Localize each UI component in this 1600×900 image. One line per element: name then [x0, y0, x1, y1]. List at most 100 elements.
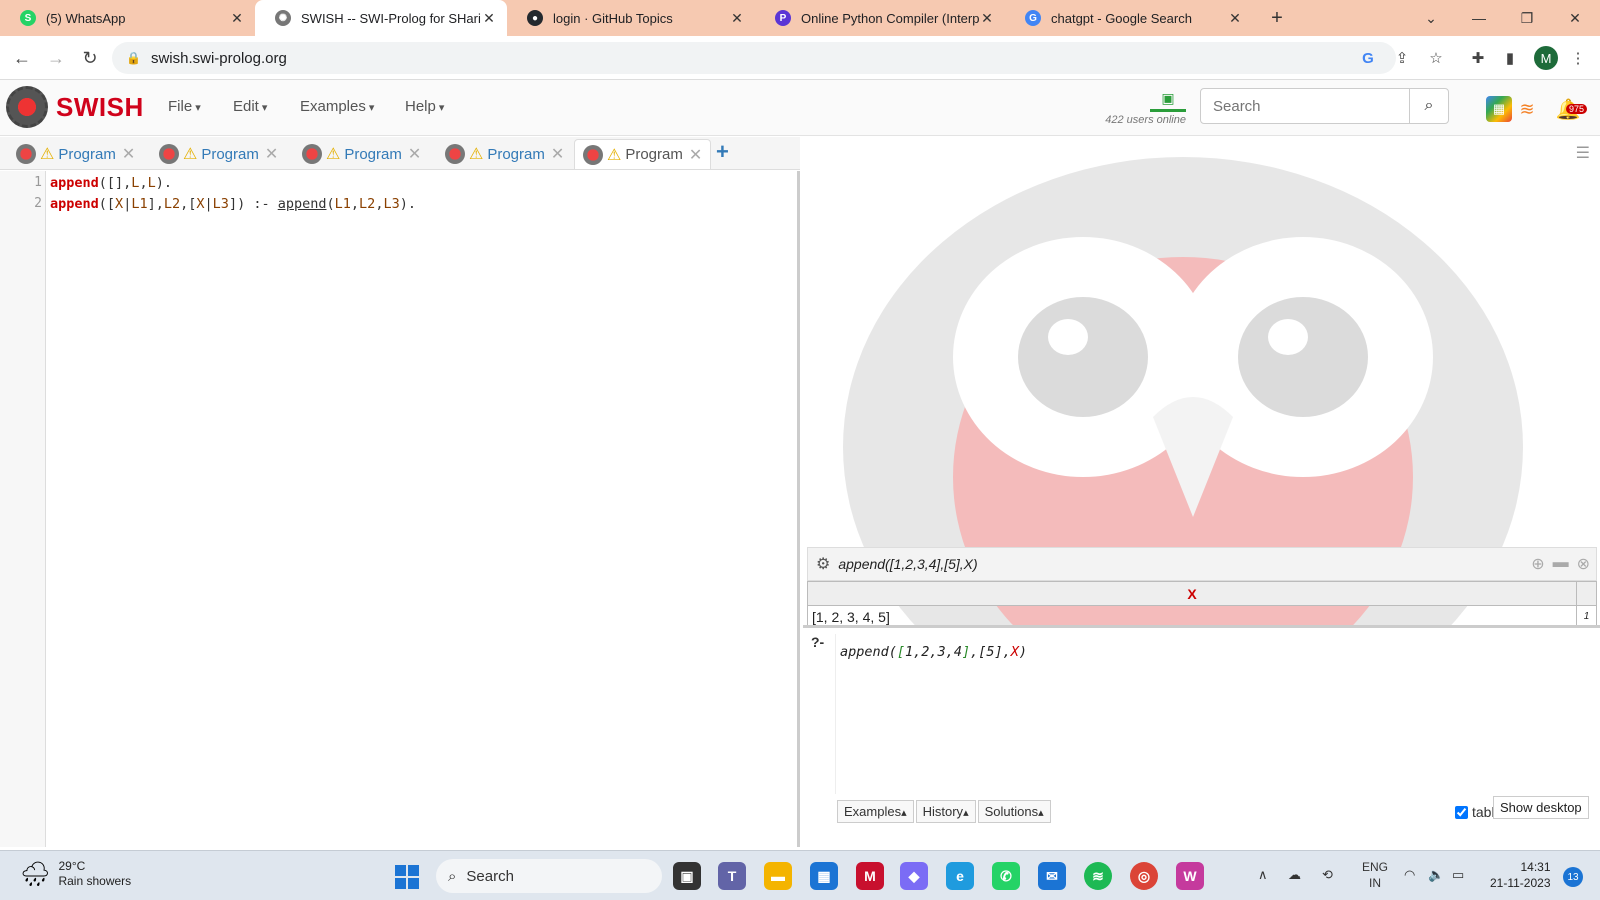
mail-icon[interactable]: ✉ — [1038, 862, 1066, 890]
notification-count: 975 — [1566, 104, 1588, 114]
forward-icon[interactable]: → — [42, 44, 70, 72]
examples-button[interactable]: Examples — [837, 800, 914, 823]
copilot-icon[interactable]: ◆ — [900, 862, 928, 890]
close-icon[interactable]: ✕ — [481, 10, 497, 27]
teams-icon[interactable]: T — [718, 862, 746, 890]
tab-search-icon[interactable]: ⌄ — [1408, 0, 1454, 36]
solutions-button[interactable]: Solutions — [977, 800, 1051, 823]
task-view-icon[interactable]: ▣ — [673, 862, 701, 890]
close-icon[interactable]: ✕ — [689, 145, 702, 165]
volume-icon[interactable]: 🔈 — [1428, 867, 1444, 883]
google-lens-icon[interactable]: G — [1358, 48, 1378, 68]
temperature: 29°C — [58, 859, 86, 873]
onedrive-icon[interactable]: ☁ — [1288, 867, 1301, 883]
program-tab[interactable]: ⚠ Program ✕ — [151, 139, 286, 169]
store-icon[interactable]: ▦ — [810, 862, 838, 890]
edge-icon[interactable]: e — [946, 862, 974, 890]
side-panel-icon[interactable]: ▮ — [1500, 48, 1520, 68]
close-icon[interactable]: ✕ — [729, 10, 745, 27]
mcafee-icon[interactable]: M — [856, 862, 884, 890]
sync-icon[interactable]: ⟲ — [1322, 867, 1333, 883]
program-tab-active[interactable]: ⚠ Program ✕ — [574, 139, 712, 169]
swish-brand[interactable]: SWISH — [56, 92, 144, 123]
url-input[interactable]: 🔒 swish.swi-prolog.org — [112, 42, 1396, 74]
code-editor[interactable]: 1 2 append([],L,L). append([X|L1],L2,[X|… — [0, 171, 800, 847]
extensions-icon[interactable]: ✚ — [1468, 48, 1488, 68]
minimize-icon[interactable]: — — [1456, 0, 1502, 36]
query-header-text: append([1,2,3,4],[5],X) — [838, 556, 978, 572]
history-button[interactable]: History — [915, 800, 976, 823]
system-clock[interactable]: 14:31 21-11-2023 — [1490, 859, 1551, 891]
query-panel: ?- append([1,2,3,4],[5],X) Examples Hist… — [803, 625, 1600, 847]
download-icon[interactable]: ⊕ — [1531, 554, 1544, 574]
date: 21-11-2023 — [1490, 876, 1551, 890]
stackoverflow-icon[interactable]: ≋ — [1514, 96, 1540, 122]
notification-badge[interactable]: 13 — [1563, 867, 1583, 887]
new-tab-button[interactable]: + — [1254, 0, 1300, 36]
close-icon[interactable]: ✕ — [229, 10, 245, 27]
tray-chevron-icon[interactable]: ∧ — [1258, 867, 1268, 883]
browser-tab-github[interactable]: ● login · GitHub Topics ✕ — [507, 0, 755, 36]
close-icon[interactable]: ✕ — [408, 144, 421, 164]
close-icon[interactable]: ✕ — [979, 10, 995, 27]
whatsapp-icon[interactable]: ✆ — [992, 862, 1020, 890]
results-table: X [1, 2, 3, 4, 5] 1 — [807, 581, 1597, 628]
program-tab-label: Program — [201, 145, 259, 163]
program-tab[interactable]: ⚠ Program ✕ — [294, 139, 429, 169]
program-tab[interactable]: ⚠ Program ✕ — [8, 139, 143, 169]
close-icon[interactable]: ⊗ — [1577, 554, 1590, 574]
code-line-2[interactable]: append([X|L1],L2,[X|L3]) :- append(L1,L2… — [50, 196, 416, 212]
picsart-icon[interactable]: W — [1176, 862, 1204, 890]
menu-help[interactable]: Help — [405, 98, 444, 115]
language-indicator[interactable]: ENG IN — [1362, 859, 1388, 891]
taskbar-search[interactable]: ⌕ Search — [436, 859, 662, 893]
browser-tab-swish[interactable]: ✺ SWISH -- SWI-Prolog for SHarin ✕ — [255, 0, 507, 36]
code-line-1[interactable]: append([],L,L). — [50, 175, 172, 191]
close-icon[interactable]: ✕ — [1227, 10, 1243, 27]
back-icon[interactable]: ← — [8, 44, 36, 72]
lock-icon: 🔒 — [126, 51, 141, 65]
menu-edit[interactable]: Edit — [233, 98, 267, 115]
query-input[interactable]: append([1,2,3,4],[5],X) — [835, 634, 1597, 794]
bookmark-star-icon[interactable]: ☆ — [1426, 48, 1446, 68]
weather-widget[interactable]: 🌧 29°C Rain showers — [20, 859, 131, 889]
browser-tab-title: SWISH -- SWI-Prolog for SHarin — [301, 10, 481, 26]
google-sheets-icon[interactable]: ▦ — [1486, 96, 1512, 122]
windows-start-icon[interactable] — [395, 865, 419, 889]
program-tab[interactable]: ⚠ Program ✕ — [437, 139, 572, 169]
hamburger-menu-icon[interactable]: ☰ — [1576, 143, 1590, 163]
close-window-icon[interactable]: ✕ — [1552, 0, 1598, 36]
browser-tab-title: (5) WhatsApp — [46, 10, 126, 26]
swish-logo-icon[interactable] — [6, 86, 48, 128]
spotify-icon[interactable]: ≋ — [1084, 862, 1112, 890]
browser-tab-google[interactable]: G chatgpt - Google Search ✕ — [1005, 0, 1253, 36]
close-icon[interactable]: ✕ — [265, 144, 278, 164]
browser-tab-title: chatgpt - Google Search — [1051, 10, 1192, 26]
browser-tab-programiz[interactable]: P Online Python Compiler (Interpr ✕ — [755, 0, 1005, 36]
share-icon[interactable]: ⇪ — [1392, 48, 1412, 68]
search-button[interactable]: ⌕ — [1409, 88, 1449, 124]
more-menu-icon[interactable]: ⋮ — [1568, 48, 1588, 68]
file-explorer-icon[interactable]: ▬ — [764, 862, 792, 890]
browser-tab-whatsapp[interactable]: S (5) WhatsApp ✕ — [0, 0, 255, 36]
users-online[interactable]: ▣ 422 users online — [1102, 90, 1186, 126]
time: 14:31 — [1520, 860, 1551, 874]
table-checkbox[interactable] — [1455, 805, 1468, 819]
program-tab-label: Program — [58, 145, 116, 163]
restore-icon[interactable]: ❐ — [1504, 0, 1550, 36]
menu-file[interactable]: File — [168, 98, 201, 115]
minimize-icon[interactable]: ▬ — [1553, 554, 1569, 574]
add-tab-button[interactable]: + — [716, 139, 729, 165]
wifi-icon[interactable]: ◠ — [1404, 867, 1415, 883]
chrome-icon[interactable]: ◎ — [1130, 862, 1158, 890]
results-pane: ☰ ⚙ append([1,2,3,4],[5],X) ⊕ ▬ ⊗ X [1, … — [803, 137, 1600, 847]
close-icon[interactable]: ✕ — [122, 144, 135, 164]
search-input[interactable] — [1200, 88, 1410, 124]
close-icon[interactable]: ✕ — [551, 144, 564, 164]
reload-icon[interactable]: ↻ — [76, 44, 104, 72]
profile-avatar[interactable]: M — [1534, 46, 1558, 70]
users-online-text: 422 users online — [1105, 114, 1186, 126]
query-result-header: ⚙ append([1,2,3,4],[5],X) ⊕ ▬ ⊗ — [807, 547, 1597, 581]
battery-icon[interactable]: ▭ — [1452, 867, 1464, 883]
menu-examples[interactable]: Examples — [300, 98, 374, 115]
